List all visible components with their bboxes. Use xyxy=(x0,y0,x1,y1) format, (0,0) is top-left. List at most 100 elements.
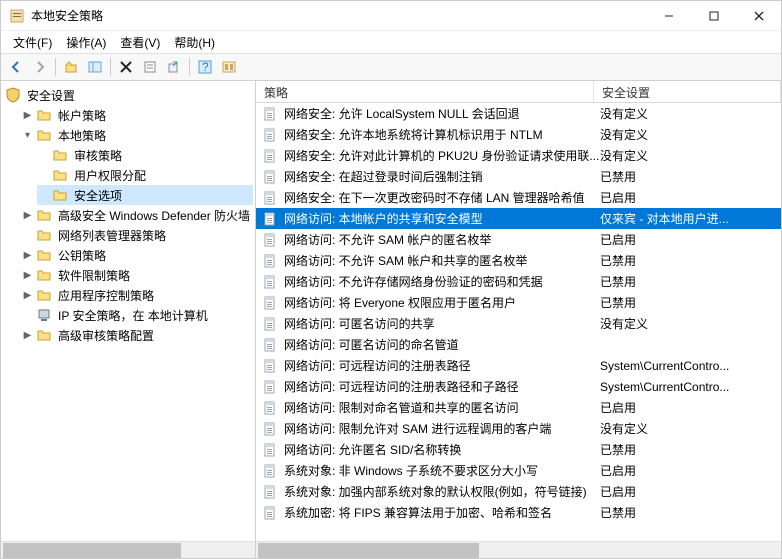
policy-row[interactable]: 网络访问: 允许匿名 SID/名称转换已禁用 xyxy=(256,439,781,460)
up-button[interactable] xyxy=(60,56,82,78)
maximize-button[interactable] xyxy=(691,1,736,30)
show-hide-tree-button[interactable] xyxy=(84,56,106,78)
policy-row[interactable]: 网络访问: 可远程访问的注册表路径和子路径System\CurrentContr… xyxy=(256,376,781,397)
policy-row[interactable]: 网络访问: 本地帐户的共享和安全模型仅来宾 - 对本地用户进... xyxy=(256,208,781,229)
policy-row[interactable]: 系统对象: 加强内部系统对象的默认权限(例如，符号链接)已启用 xyxy=(256,481,781,502)
policy-icon xyxy=(262,400,278,416)
column-setting[interactable]: 安全设置 xyxy=(594,81,781,102)
titlebar: 本地安全策略 xyxy=(1,1,781,31)
tree-defender-firewall[interactable]: ▶高级安全 Windows Defender 防火墙 xyxy=(21,205,253,225)
tree-audit-policy[interactable]: 审核策略 xyxy=(37,145,253,165)
folder-icon xyxy=(36,327,52,343)
tree-root[interactable]: 安全设置 xyxy=(5,85,253,105)
policy-icon xyxy=(262,463,278,479)
policy-icon xyxy=(262,127,278,143)
forward-button[interactable] xyxy=(29,56,51,78)
policy-icon xyxy=(262,169,278,185)
policy-row[interactable]: 系统对象: 非 Windows 子系统不要求区分大小写已启用 xyxy=(256,460,781,481)
collapse-icon[interactable]: ▾ xyxy=(21,129,34,142)
policy-value: 没有定义 xyxy=(600,105,781,122)
policy-row[interactable]: 网络访问: 不允许 SAM 帐户的匿名枚举已启用 xyxy=(256,229,781,250)
toolbar-separator xyxy=(110,58,111,76)
policy-row[interactable]: 网络访问: 将 Everyone 权限应用于匿名用户已禁用 xyxy=(256,292,781,313)
policy-icon xyxy=(262,232,278,248)
toolbar-separator xyxy=(189,58,190,76)
tree-security-options[interactable]: 安全选项 xyxy=(37,185,253,205)
policy-row[interactable]: 网络访问: 不允许 SAM 帐户和共享的匿名枚举已禁用 xyxy=(256,250,781,271)
tree-account-policies[interactable]: ▶帐户策略 xyxy=(21,105,253,125)
policy-row[interactable]: 系统加密: 将 FIPS 兼容算法用于加密、哈希和签名已禁用 xyxy=(256,502,781,523)
policy-value: 没有定义 xyxy=(600,126,781,143)
policy-name: 网络访问: 可匿名访问的命名管道 xyxy=(284,336,600,353)
delete-button[interactable] xyxy=(115,56,137,78)
toolbar: ? xyxy=(1,53,781,81)
close-button[interactable] xyxy=(736,1,781,30)
policy-name: 系统对象: 加强内部系统对象的默认权限(例如，符号链接) xyxy=(284,483,600,500)
tree-pane[interactable]: 安全设置 ▶帐户策略 ▾本地策略 审核策略 用户权限分配 安全选项 ▶高级安全 … xyxy=(1,81,256,558)
expand-icon[interactable]: ▶ xyxy=(21,289,34,302)
policy-icon xyxy=(262,190,278,206)
help-button[interactable]: ? xyxy=(194,56,216,78)
policy-name: 网络访问: 不允许 SAM 帐户的匿名枚举 xyxy=(284,231,600,248)
policy-row[interactable]: 网络安全: 在下一次更改密码时不存储 LAN 管理器哈希值已启用 xyxy=(256,187,781,208)
menu-file[interactable]: 文件(F) xyxy=(7,32,58,53)
policy-name: 网络访问: 不允许 SAM 帐户和共享的匿名枚举 xyxy=(284,252,600,269)
properties-button[interactable] xyxy=(139,56,161,78)
toolbar-separator xyxy=(55,58,56,76)
tree-h-scrollbar[interactable] xyxy=(1,541,255,558)
policy-value: 已禁用 xyxy=(600,294,781,311)
tree-public-key[interactable]: ▶公钥策略 xyxy=(21,245,253,265)
expand-icon[interactable]: ▶ xyxy=(21,249,34,262)
policy-value: 仅来宾 - 对本地用户进... xyxy=(600,210,781,227)
policy-row[interactable]: 网络安全: 允许对此计算机的 PKU2U 身份验证请求使用联...没有定义 xyxy=(256,145,781,166)
menu-view[interactable]: 查看(V) xyxy=(114,32,166,53)
folder-icon xyxy=(36,207,52,223)
expand-icon[interactable]: ▶ xyxy=(21,209,34,222)
policy-icon xyxy=(262,337,278,353)
policy-value: 已禁用 xyxy=(600,504,781,521)
menu-help[interactable]: 帮助(H) xyxy=(168,32,221,53)
policy-row[interactable]: 网络访问: 不允许存储网络身份验证的密码和凭据已禁用 xyxy=(256,271,781,292)
policy-name: 网络访问: 将 Everyone 权限应用于匿名用户 xyxy=(284,294,600,311)
policy-icon xyxy=(262,316,278,332)
policy-value: 已禁用 xyxy=(600,168,781,185)
policy-icon xyxy=(262,379,278,395)
tree-ip-security[interactable]: IP 安全策略，在 本地计算机 xyxy=(21,305,253,325)
policy-name: 网络安全: 允许 LocalSystem NULL 会话回退 xyxy=(284,105,600,122)
back-button[interactable] xyxy=(5,56,27,78)
policy-name: 网络访问: 不允许存储网络身份验证的密码和凭据 xyxy=(284,273,600,290)
export-button[interactable] xyxy=(163,56,185,78)
policy-row[interactable]: 网络访问: 限制对命名管道和共享的匿名访问已启用 xyxy=(256,397,781,418)
list-body[interactable]: 网络安全: 允许 LocalSystem NULL 会话回退没有定义网络安全: … xyxy=(256,103,781,541)
policy-row[interactable]: 网络安全: 允许本地系统将计算机标识用于 NTLM没有定义 xyxy=(256,124,781,145)
list-h-scrollbar[interactable] xyxy=(256,541,781,558)
policy-icon xyxy=(262,358,278,374)
policy-icon xyxy=(262,148,278,164)
folder-icon xyxy=(36,247,52,263)
tree-app-control[interactable]: ▶应用程序控制策略 xyxy=(21,285,253,305)
expand-icon[interactable]: ▶ xyxy=(21,329,34,342)
folder-icon xyxy=(52,147,68,163)
tree-network-list[interactable]: 网络列表管理器策略 xyxy=(21,225,253,245)
policy-value: 已启用 xyxy=(600,483,781,500)
policy-row[interactable]: 网络访问: 可匿名访问的命名管道 xyxy=(256,334,781,355)
column-policy[interactable]: 策略 xyxy=(256,81,594,102)
tree-local-policies[interactable]: ▾本地策略 xyxy=(21,125,253,145)
policy-row[interactable]: 网络安全: 允许 LocalSystem NULL 会话回退没有定义 xyxy=(256,103,781,124)
policy-row[interactable]: 网络访问: 限制允许对 SAM 进行远程调用的客户端没有定义 xyxy=(256,418,781,439)
menu-action[interactable]: 操作(A) xyxy=(60,32,112,53)
tree-user-rights[interactable]: 用户权限分配 xyxy=(37,165,253,185)
policy-value: 已启用 xyxy=(600,189,781,206)
policy-row[interactable]: 网络访问: 可匿名访问的共享没有定义 xyxy=(256,313,781,334)
expand-icon[interactable]: ▶ xyxy=(21,269,34,282)
expand-icon[interactable]: ▶ xyxy=(21,109,34,122)
refresh-button[interactable] xyxy=(218,56,240,78)
policy-value: 已启用 xyxy=(600,231,781,248)
minimize-button[interactable] xyxy=(646,1,691,30)
policy-name: 网络访问: 可远程访问的注册表路径 xyxy=(284,357,600,374)
policy-value: 已禁用 xyxy=(600,273,781,290)
tree-advanced-audit[interactable]: ▶高级审核策略配置 xyxy=(21,325,253,345)
tree-software-restrict[interactable]: ▶软件限制策略 xyxy=(21,265,253,285)
policy-row[interactable]: 网络访问: 可远程访问的注册表路径System\CurrentContro... xyxy=(256,355,781,376)
policy-row[interactable]: 网络安全: 在超过登录时间后强制注销已禁用 xyxy=(256,166,781,187)
